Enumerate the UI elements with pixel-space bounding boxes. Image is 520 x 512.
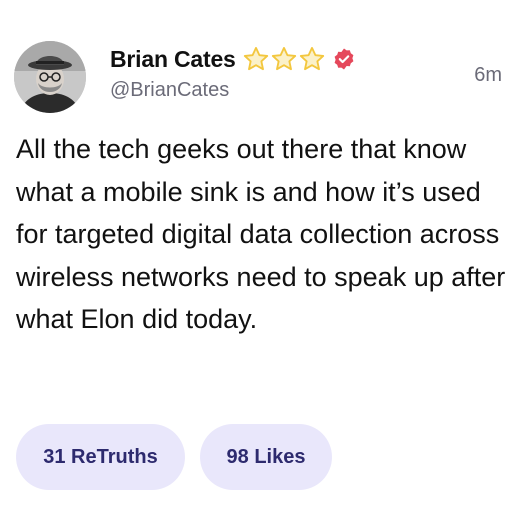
author-handle[interactable]: @BrianCates — [110, 79, 229, 102]
author-display-name[interactable]: Brian Cates — [110, 46, 236, 73]
star-icon — [271, 46, 296, 71]
post-body-text: All the tech geeks out there that know w… — [16, 134, 506, 334]
star-icon — [243, 46, 268, 71]
likes-button[interactable]: 98 Likes — [200, 424, 332, 490]
post-card: Brian Cates @BrianCates 6m All the tech … — [0, 0, 520, 512]
post-timestamp[interactable]: 6m — [474, 64, 502, 87]
retruths-button[interactable]: 31 ReTruths — [16, 424, 185, 490]
author-name-row: Brian Cates — [110, 42, 356, 76]
avatar-image — [14, 41, 86, 113]
verified-badge-icon — [334, 48, 354, 70]
rating-stars — [242, 45, 326, 73]
star-icon — [299, 46, 324, 71]
avatar[interactable] — [14, 41, 86, 113]
